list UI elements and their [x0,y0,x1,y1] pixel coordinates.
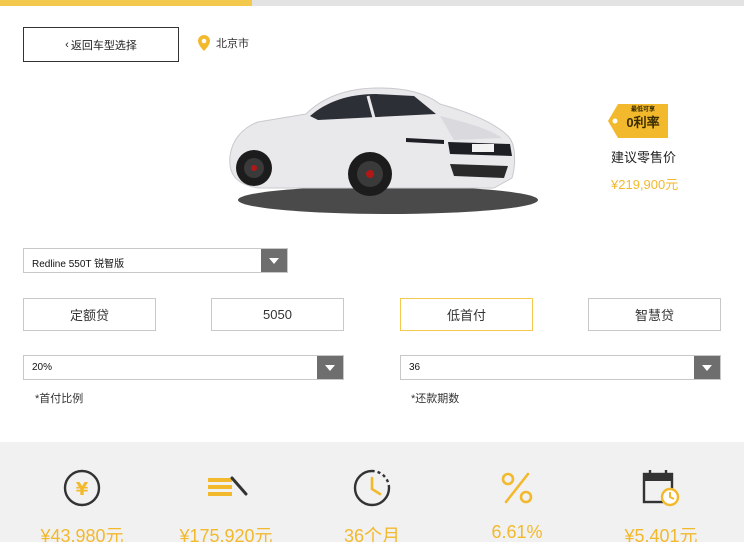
down-payment-value: 20% [32,362,53,373]
promo-tag-text: 最低可享 0利率 [620,106,666,130]
yen-circle-icon: ¥ [63,469,101,507]
loan-calculator-page: ‹ 返回车型选择 北京市 最低可享 0利率 建议零售价 ¥219,900元 Re… [0,0,744,542]
location-label: 北京市 [216,38,249,50]
down-payment-hint: *首付比例 [35,393,84,405]
chevron-left-icon: ‹ [65,38,69,51]
plan-tab-label: 定额贷 [69,308,109,323]
model-select-value: Redline 550T 锐智版 [32,259,125,270]
retail-price-value: ¥219,900元 [611,177,679,192]
chevron-down-icon[interactable] [261,249,287,272]
summary-value: ¥5,401元 [624,526,698,542]
summary-loan-amount: ¥175,920元 [161,466,291,542]
car-image [229,87,538,214]
back-to-model-select-button[interactable]: ‹ 返回车型选择 [23,27,179,62]
summary-value: ¥175,920元 [179,526,273,542]
promo-tag-line2: 0利率 [626,115,660,130]
plan-tab-5050[interactable]: 5050 [211,298,344,331]
loan-stack-icon [208,476,248,496]
chevron-down-icon[interactable] [317,356,343,379]
back-button-label: 返回车型选择 [70,39,137,52]
term-value: 36 [409,362,421,373]
summary-down-payment: ¥ ¥43,980元 [17,466,147,542]
percent-icon [501,472,533,504]
summary-value: 6.61% [491,522,543,542]
term-select[interactable]: 36 [400,355,721,380]
svg-text:¥: ¥ [76,479,89,500]
plan-tab-label: 低首付 [446,308,486,323]
location-pin-icon [198,35,210,51]
down-payment-select[interactable]: 20% [23,355,344,380]
location-selector[interactable]: 北京市 [198,35,249,51]
summary-rate: 6.61% [452,466,582,542]
calendar-clock-icon [642,470,680,507]
term-hint: *还款期数 [411,393,460,405]
summary-value: ¥43,980元 [40,526,124,542]
plan-tab-label: 智慧贷 [634,308,674,323]
plan-tab-smart-loan[interactable]: 智慧贷 [588,298,721,331]
plan-tab-low-down-payment[interactable]: 低首付 [400,298,533,331]
model-select[interactable]: Redline 550T 锐智版 [23,248,288,273]
retail-price-label: 建议零售价 [611,150,677,165]
summary-value: 36个月 [343,526,401,542]
summary-term: 36个月 [307,466,437,542]
summary-panel: ¥ ¥43,980元 ¥175,920元 36个月 6.61% ¥5,401元 [0,442,744,542]
progress-active-segment [0,0,252,6]
chevron-down-icon[interactable] [694,356,720,379]
promo-tag-line1: 最低可享 [630,107,655,113]
clock-icon [353,469,391,507]
summary-monthly-payment: ¥5,401元 [596,466,726,542]
plan-tab-label: 5050 [263,307,292,322]
plan-tab-fixed-loan[interactable]: 定额贷 [23,298,156,331]
